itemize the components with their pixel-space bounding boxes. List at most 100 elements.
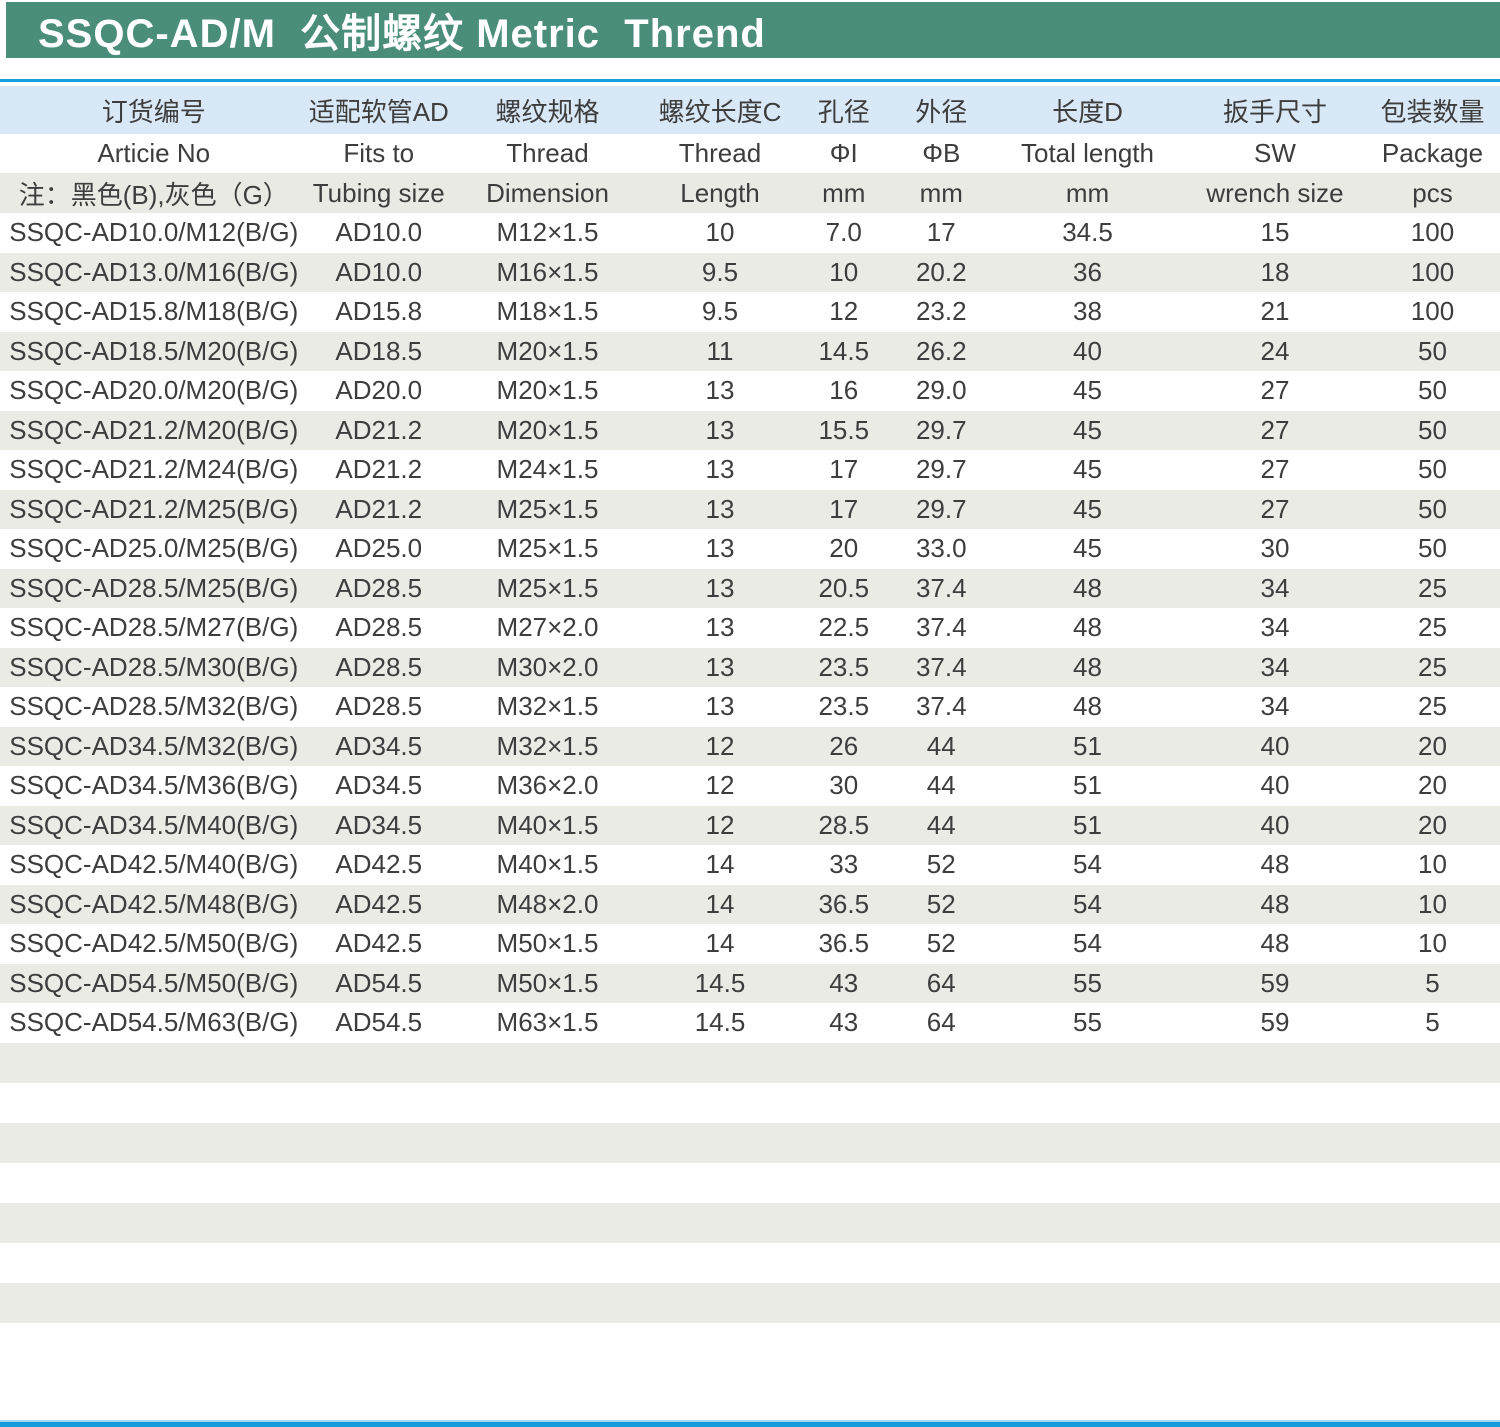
table-cell: M32×1.5 (450, 727, 645, 767)
table-row: SSQC-AD42.5/M48(B/G)AD42.5M48×2.01436.55… (0, 885, 1500, 925)
table-cell: 59 (1185, 1003, 1365, 1043)
col-header-unit-1: Tubing size (308, 173, 451, 213)
table-cell: 25 (1365, 608, 1500, 648)
table-cell: 18 (1185, 253, 1365, 293)
table-cell: 44 (893, 806, 991, 846)
table-cell: 25 (1365, 569, 1500, 609)
table-cell: 36.5 (795, 924, 893, 964)
table-cell: M25×1.5 (450, 569, 645, 609)
table-cell: 20.5 (795, 569, 893, 609)
table-cell: 20 (1365, 766, 1500, 806)
table-cell: 54 (990, 845, 1185, 885)
table-cell: M20×1.5 (450, 411, 645, 451)
col-header-en-7: SW (1185, 134, 1365, 173)
table-cell: M32×1.5 (450, 687, 645, 727)
table-cell: SSQC-AD28.5/M25(B/G) (0, 569, 308, 609)
table-cell: 34 (1185, 687, 1365, 727)
col-header-en-3: Thread (645, 134, 795, 173)
table-row: SSQC-AD21.2/M24(B/G)AD21.2M24×1.5131729.… (0, 450, 1500, 490)
table-cell: 44 (893, 766, 991, 806)
table-cell: 5 (1365, 964, 1500, 1004)
table-cell: 13 (645, 411, 795, 451)
col-header-zh-8: 包装数量 (1365, 86, 1500, 134)
table-cell: AD21.2 (308, 490, 451, 530)
table-cell: AD21.2 (308, 450, 451, 490)
table-cell: 54 (990, 885, 1185, 925)
table-cell: 12 (645, 806, 795, 846)
empty-filler-row (0, 1203, 1500, 1243)
table-cell: 14 (645, 924, 795, 964)
table-row: SSQC-AD13.0/M16(B/G)AD10.0M16×1.59.51020… (0, 253, 1500, 293)
table-row: SSQC-AD25.0/M25(B/G)AD25.0M25×1.5132033.… (0, 529, 1500, 569)
table-cell: 13 (645, 450, 795, 490)
table-cell: 10 (1365, 845, 1500, 885)
col-header-unit-5: mm (893, 173, 991, 213)
table-cell: AD10.0 (308, 213, 451, 253)
table-cell: 10 (795, 253, 893, 293)
divider-line-top (0, 79, 1500, 82)
table-cell: M27×2.0 (450, 608, 645, 648)
table-cell: 45 (990, 450, 1185, 490)
table-cell: 45 (990, 411, 1185, 451)
table-cell: 20.2 (893, 253, 991, 293)
table-cell: 48 (1185, 924, 1365, 964)
table-cell: M40×1.5 (450, 806, 645, 846)
col-header-unit-0: 注：黑色(B),灰色（G） (0, 173, 308, 213)
table-cell: 13 (645, 529, 795, 569)
table-cell: 23.2 (893, 292, 991, 332)
table-cell: SSQC-AD54.5/M50(B/G) (0, 964, 308, 1004)
table-cell: 12 (795, 292, 893, 332)
table-row: SSQC-AD54.5/M50(B/G)AD54.5M50×1.514.5436… (0, 964, 1500, 1004)
col-header-zh-7: 扳手尺寸 (1185, 86, 1365, 134)
table-cell: 12 (645, 766, 795, 806)
table-cell: SSQC-AD42.5/M48(B/G) (0, 885, 308, 925)
table-cell: SSQC-AD18.5/M20(B/G) (0, 332, 308, 372)
table-cell: 55 (990, 964, 1185, 1004)
table-cell: M36×2.0 (450, 766, 645, 806)
table-cell: 24 (1185, 332, 1365, 372)
table-row: SSQC-AD54.5/M63(B/G)AD54.5M63×1.514.5436… (0, 1003, 1500, 1043)
table-cell: 50 (1365, 411, 1500, 451)
table-cell: M25×1.5 (450, 490, 645, 530)
table-cell: 100 (1365, 292, 1500, 332)
table-cell: 45 (990, 529, 1185, 569)
table-cell: 50 (1365, 371, 1500, 411)
table-row: SSQC-AD28.5/M25(B/G)AD28.5M25×1.51320.53… (0, 569, 1500, 609)
table-cell: M30×2.0 (450, 648, 645, 688)
table-cell: AD34.5 (308, 766, 451, 806)
table-cell: 64 (893, 1003, 991, 1043)
table-cell: 29.7 (893, 490, 991, 530)
table-cell: M40×1.5 (450, 845, 645, 885)
table-row: SSQC-AD42.5/M50(B/G)AD42.5M50×1.51436.55… (0, 924, 1500, 964)
table-cell: 30 (1185, 529, 1365, 569)
table-cell: 52 (893, 845, 991, 885)
table-cell: 22.5 (795, 608, 893, 648)
table-cell: M25×1.5 (450, 529, 645, 569)
table-cell: 10 (1365, 924, 1500, 964)
table-cell: SSQC-AD34.5/M36(B/G) (0, 766, 308, 806)
table-cell: 51 (990, 766, 1185, 806)
table-cell: 16 (795, 371, 893, 411)
table-cell: AD28.5 (308, 569, 451, 609)
table-cell: AD20.0 (308, 371, 451, 411)
table-row: SSQC-AD21.2/M20(B/G)AD21.2M20×1.51315.52… (0, 411, 1500, 451)
col-header-en-2: Thread (450, 134, 645, 173)
table-cell: SSQC-AD42.5/M50(B/G) (0, 924, 308, 964)
table-cell: 11 (645, 332, 795, 372)
table-cell: AD28.5 (308, 608, 451, 648)
table-cell: 40 (1185, 806, 1365, 846)
empty-filler-cell (0, 1243, 1500, 1283)
table-cell: M16×1.5 (450, 253, 645, 293)
table-cell: 17 (893, 213, 991, 253)
table-cell: SSQC-AD21.2/M20(B/G) (0, 411, 308, 451)
table-cell: 55 (990, 1003, 1185, 1043)
table-cell: AD18.5 (308, 332, 451, 372)
table-cell: SSQC-AD21.2/M25(B/G) (0, 490, 308, 530)
col-header-en-5: ΦB (893, 134, 991, 173)
table-cell: 51 (990, 727, 1185, 767)
table-row: SSQC-AD34.5/M32(B/G)AD34.5M32×1.51226445… (0, 727, 1500, 767)
empty-filler-cell (0, 1203, 1500, 1243)
table-cell: 29.7 (893, 450, 991, 490)
table-cell: 14.5 (645, 964, 795, 1004)
table-cell: 34 (1185, 648, 1365, 688)
